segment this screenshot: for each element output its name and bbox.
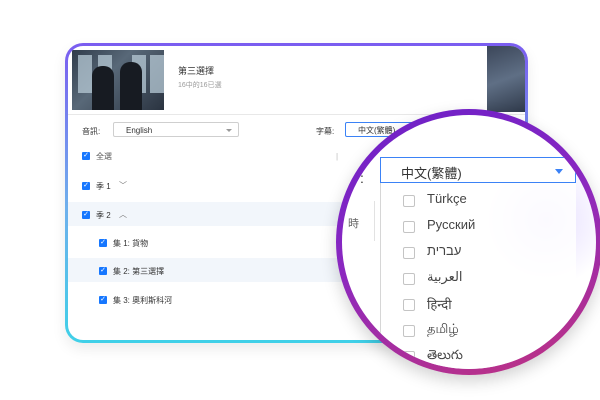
season-2-checkbox[interactable]: ✓ (82, 211, 90, 219)
zoomed-subtitle-select[interactable]: 中文(繁體) (380, 157, 576, 183)
zoomed-subtitle-value: 中文(繁體) (401, 166, 462, 181)
episode-2-label: 集 2: 第三選擇 (113, 267, 165, 276)
chevron-down-icon[interactable]: ﹀ (119, 180, 127, 191)
option-checkbox[interactable] (403, 299, 415, 311)
selection-count: 16中的16已選 (178, 82, 222, 89)
episode-3-checkbox[interactable]: ✓ (99, 296, 107, 304)
option-checkbox[interactable] (403, 247, 415, 259)
option-checkbox[interactable] (403, 195, 415, 207)
episode-thumbnail (72, 50, 164, 110)
episode-2-checkbox[interactable]: ✓ (99, 267, 107, 275)
season-1-label[interactable]: 季 1 (96, 181, 111, 192)
magnifier-lens: 時 : 中文(繁體) Türkçe Русский עברית العربية (342, 115, 596, 369)
select-all-checkbox[interactable]: ✓ (82, 152, 90, 160)
chevron-up-icon[interactable]: ︿ (119, 209, 127, 220)
audio-select-value: English (126, 126, 153, 135)
chevron-down-icon (555, 169, 563, 174)
column-separator: | (336, 152, 339, 161)
audio-label: 音訊: (82, 127, 101, 136)
zoomed-row-fragment: 時 (348, 218, 359, 230)
subtitle-dropdown-list: Türkçe Русский עברית العربية हिन्दी தமிழ… (380, 183, 576, 369)
option-checkbox[interactable] (403, 273, 415, 285)
episode-1-checkbox[interactable]: ✓ (99, 239, 107, 247)
option-checkbox[interactable] (403, 221, 415, 233)
magnifier-ring: 時 : 中文(繁體) Türkçe Русский עברית العربية (336, 109, 600, 375)
episode-3-label: 集 3: 奧利斯科河 (113, 296, 173, 305)
episode-title: 第三選擇 (178, 66, 215, 76)
season-2-label[interactable]: 季 2 (96, 210, 111, 221)
option-checkbox[interactable] (403, 351, 415, 363)
season-1-checkbox[interactable]: ✓ (82, 182, 90, 190)
audio-select[interactable]: English (113, 122, 239, 137)
option-checkbox[interactable] (403, 325, 415, 337)
episode-1-label: 集 1: 貨物 (113, 239, 149, 248)
subtitle-label: 字幕: (316, 127, 335, 136)
next-episode-thumbnail (487, 46, 525, 112)
zoomed-colon: : (360, 170, 364, 186)
chevron-down-icon (226, 129, 232, 132)
select-all-label: 全選 (96, 152, 112, 161)
